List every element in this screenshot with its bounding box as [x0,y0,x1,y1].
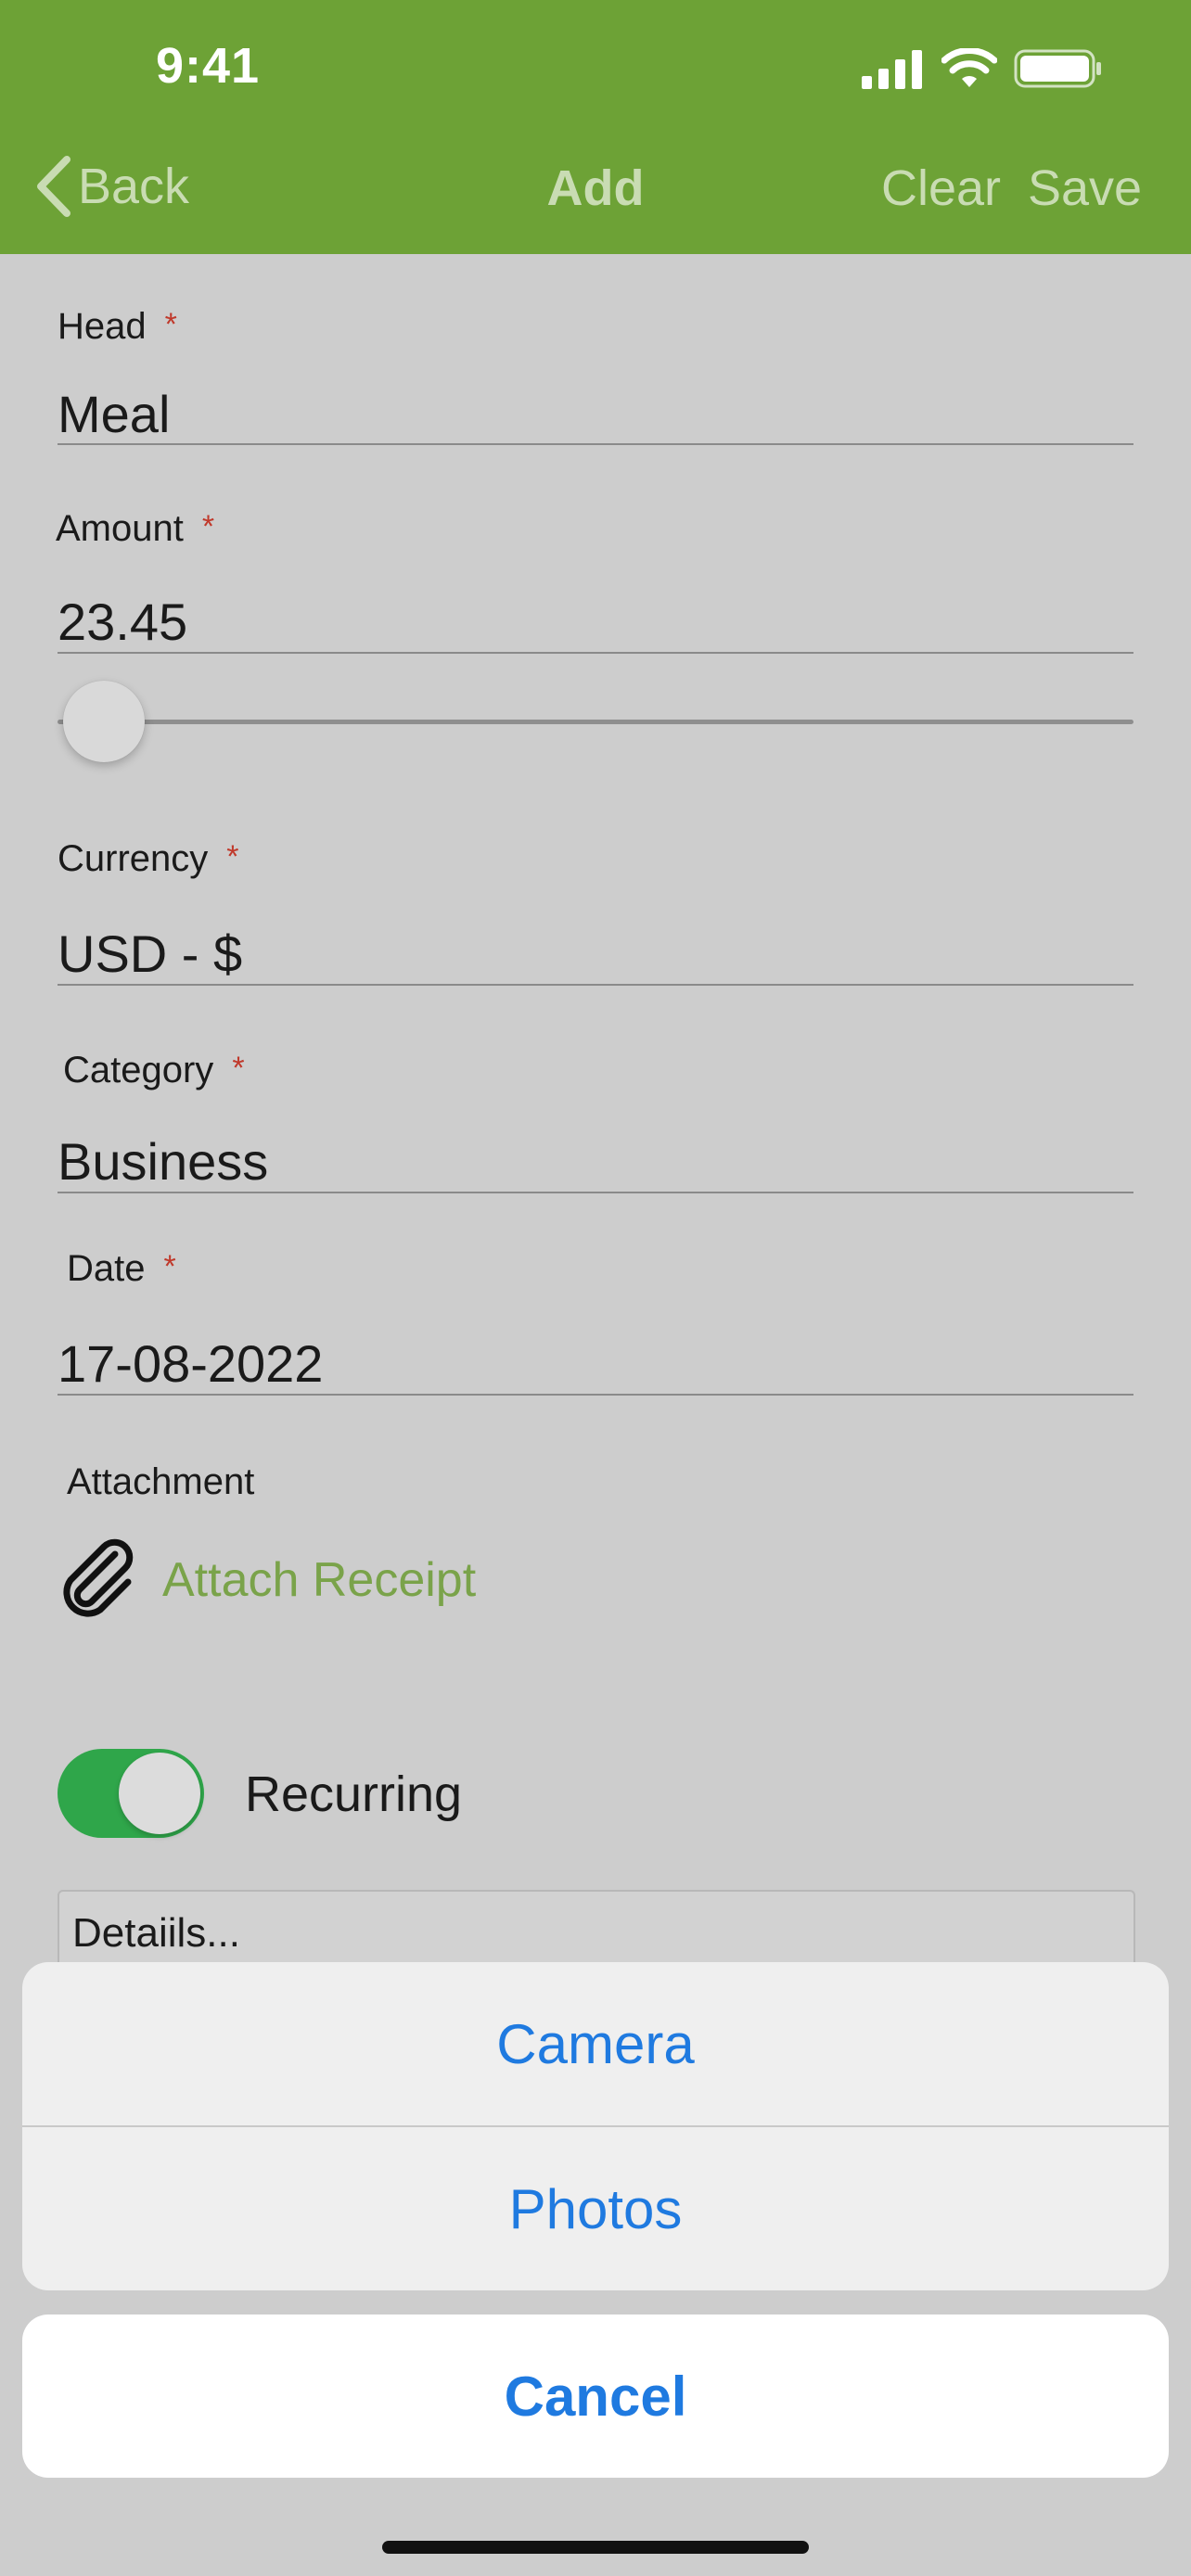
currency-underline [58,984,1133,986]
date-underline [58,1394,1133,1396]
recurring-toggle[interactable] [58,1749,204,1838]
currency-label: Currency * [58,838,239,880]
head-label-text: Head [58,306,147,347]
currency-field[interactable]: USD - $ [58,924,242,984]
required-mark: * [201,509,215,544]
amount-slider-thumb[interactable] [63,681,145,762]
nav-bar: 9:41 Back Add Clear Save [0,0,1191,254]
back-label: Back [78,159,190,214]
amount-slider-track[interactable] [58,720,1133,724]
currency-label-text: Currency [58,838,209,879]
action-sheet: Camera Photos [22,1962,1169,2290]
clear-button[interactable]: Clear [881,159,1001,217]
attachment-label: Attachment [67,1461,255,1502]
amount-field[interactable]: 23.45 [58,592,187,652]
category-label: Category * [63,1050,245,1091]
chevron-left-icon [37,156,70,217]
amount-label-text: Amount [56,508,184,549]
home-indicator [382,2541,809,2554]
date-label-text: Date [67,1248,146,1289]
head-underline [58,443,1133,445]
save-button[interactable]: Save [1028,159,1142,217]
paperclip-icon[interactable] [58,1537,139,1619]
status-icons [862,48,1103,89]
head-field[interactable]: Meal [58,384,170,444]
amount-label: Amount * [56,508,214,550]
cancel-button[interactable]: Cancel [22,2315,1169,2478]
screen: 9:41 Back Add Clear Save Head * Meal Amo… [0,0,1191,2576]
head-label: Head * [58,306,177,348]
category-field[interactable]: Business [58,1131,268,1192]
toggle-knob [119,1753,200,1834]
photos-option[interactable]: Photos [22,2127,1169,2290]
amount-underline [58,652,1133,654]
date-label: Date * [67,1248,176,1290]
required-mark: * [226,839,239,874]
battery-icon [1014,49,1101,88]
wifi-icon [941,48,997,87]
category-label-text: Category [63,1050,214,1090]
cellular-signal-icon [862,50,922,89]
recurring-label: Recurring [245,1766,463,1822]
back-button[interactable]: Back [33,156,189,217]
details-placeholder: Detaiils... [72,1910,240,1956]
camera-option[interactable]: Camera [22,1962,1169,2125]
required-mark: * [163,1249,176,1284]
required-mark: * [164,307,177,342]
status-time: 9:41 [156,38,261,94]
date-field[interactable]: 17-08-2022 [58,1333,323,1394]
attach-receipt-link[interactable]: Attach Receipt [162,1552,476,1608]
category-underline [58,1192,1133,1193]
required-mark: * [232,1051,245,1086]
